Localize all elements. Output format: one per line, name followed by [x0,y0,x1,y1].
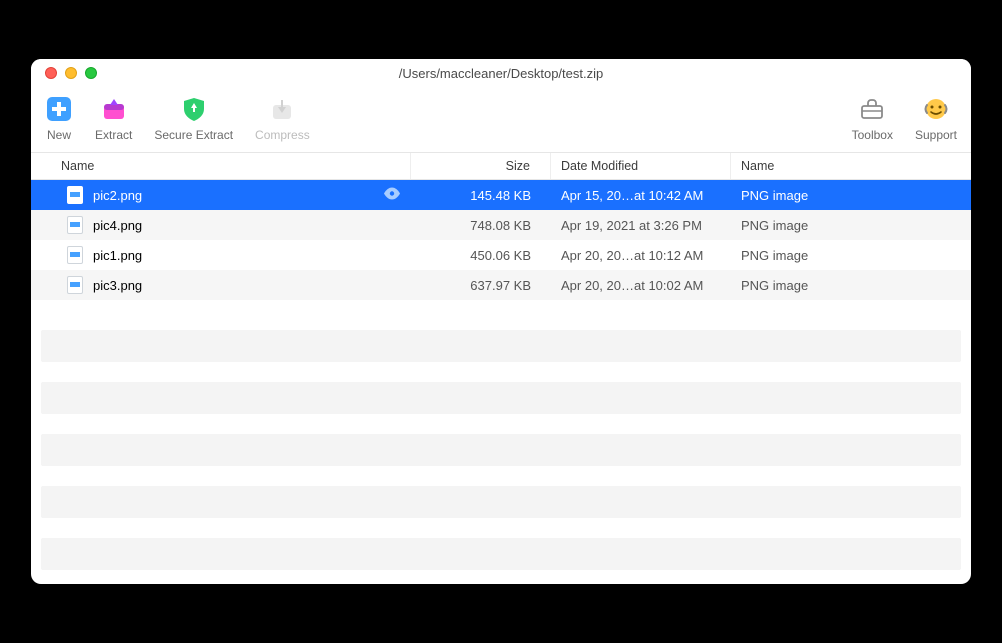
new-button[interactable]: New [45,95,73,142]
support-label: Support [915,128,957,142]
file-name: pic4.png [93,218,142,233]
placeholder-row [41,382,961,414]
file-name: pic3.png [93,278,142,293]
new-icon [45,95,73,123]
close-icon[interactable] [45,67,57,79]
extract-button[interactable]: Extract [95,95,132,142]
file-name-cell: pic4.png [31,216,411,234]
column-headers: Name Size Date Modified Name [31,153,971,180]
secure-extract-button[interactable]: Secure Extract [154,95,233,142]
table-row[interactable]: pic1.png 450.06 KBApr 20, 20…at 10:12 AMP… [31,240,971,270]
placeholder-row [41,538,961,570]
file-date: Apr 15, 20…at 10:42 AM [551,188,731,203]
window-controls [31,67,97,79]
extract-icon [100,95,128,123]
file-name-cell: pic1.png [31,246,411,264]
file-size: 450.06 KB [411,248,551,263]
app-window: /Users/maccleaner/Desktop/test.zip New E… [31,59,971,584]
file-name: pic1.png [93,248,142,263]
table-row[interactable]: pic2.png 145.48 KBApr 15, 20…at 10:42 AMP… [31,180,971,210]
compress-icon [268,95,296,123]
file-name-cell: pic3.png [31,276,411,294]
header-date-modified[interactable]: Date Modified [551,153,731,179]
file-kind: PNG image [731,278,931,293]
new-label: New [47,128,71,142]
table-row[interactable]: pic3.png 637.97 KBApr 20, 20…at 10:02 AMP… [31,270,971,300]
file-icon [67,276,83,294]
header-size[interactable]: Size [411,153,551,179]
file-icon [67,246,83,264]
titlebar: /Users/maccleaner/Desktop/test.zip [31,59,971,87]
file-kind: PNG image [731,248,931,263]
file-size: 748.08 KB [411,218,551,233]
file-date: Apr 20, 20…at 10:12 AM [551,248,731,263]
zoom-icon[interactable] [85,67,97,79]
support-icon [922,95,950,123]
secure-extract-label: Secure Extract [154,128,233,142]
placeholder-row [41,330,961,362]
preview-eye-icon[interactable] [383,188,401,203]
file-size: 637.97 KB [411,278,551,293]
header-kind[interactable]: Name [731,153,931,179]
toolbox-icon [858,95,886,123]
minimize-icon[interactable] [65,67,77,79]
file-name-cell: pic2.png [31,186,411,204]
extract-label: Extract [95,128,132,142]
placeholder-row [41,434,961,466]
empty-area [31,300,971,584]
placeholder-row [41,486,961,518]
file-kind: PNG image [731,218,931,233]
file-kind: PNG image [731,188,931,203]
file-date: Apr 19, 2021 at 3:26 PM [551,218,731,233]
file-icon [67,186,83,204]
file-date: Apr 20, 20…at 10:02 AM [551,278,731,293]
file-size: 145.48 KB [411,188,551,203]
window-title: /Users/maccleaner/Desktop/test.zip [31,66,971,81]
shield-icon [180,95,208,123]
toolbox-label: Toolbox [852,128,893,142]
compress-label: Compress [255,128,310,142]
support-button[interactable]: Support [915,95,957,142]
table-row[interactable]: pic4.png 748.08 KBApr 19, 2021 at 3:26 PM… [31,210,971,240]
toolbox-button[interactable]: Toolbox [852,95,893,142]
file-name: pic2.png [93,188,142,203]
file-list: pic2.png145.48 KBApr 15, 20…at 10:42 AMP… [31,180,971,300]
header-name[interactable]: Name [31,153,411,179]
toolbar: New Extract Secure Extract Compress T [31,87,971,153]
compress-button: Compress [255,95,310,142]
file-icon [67,216,83,234]
